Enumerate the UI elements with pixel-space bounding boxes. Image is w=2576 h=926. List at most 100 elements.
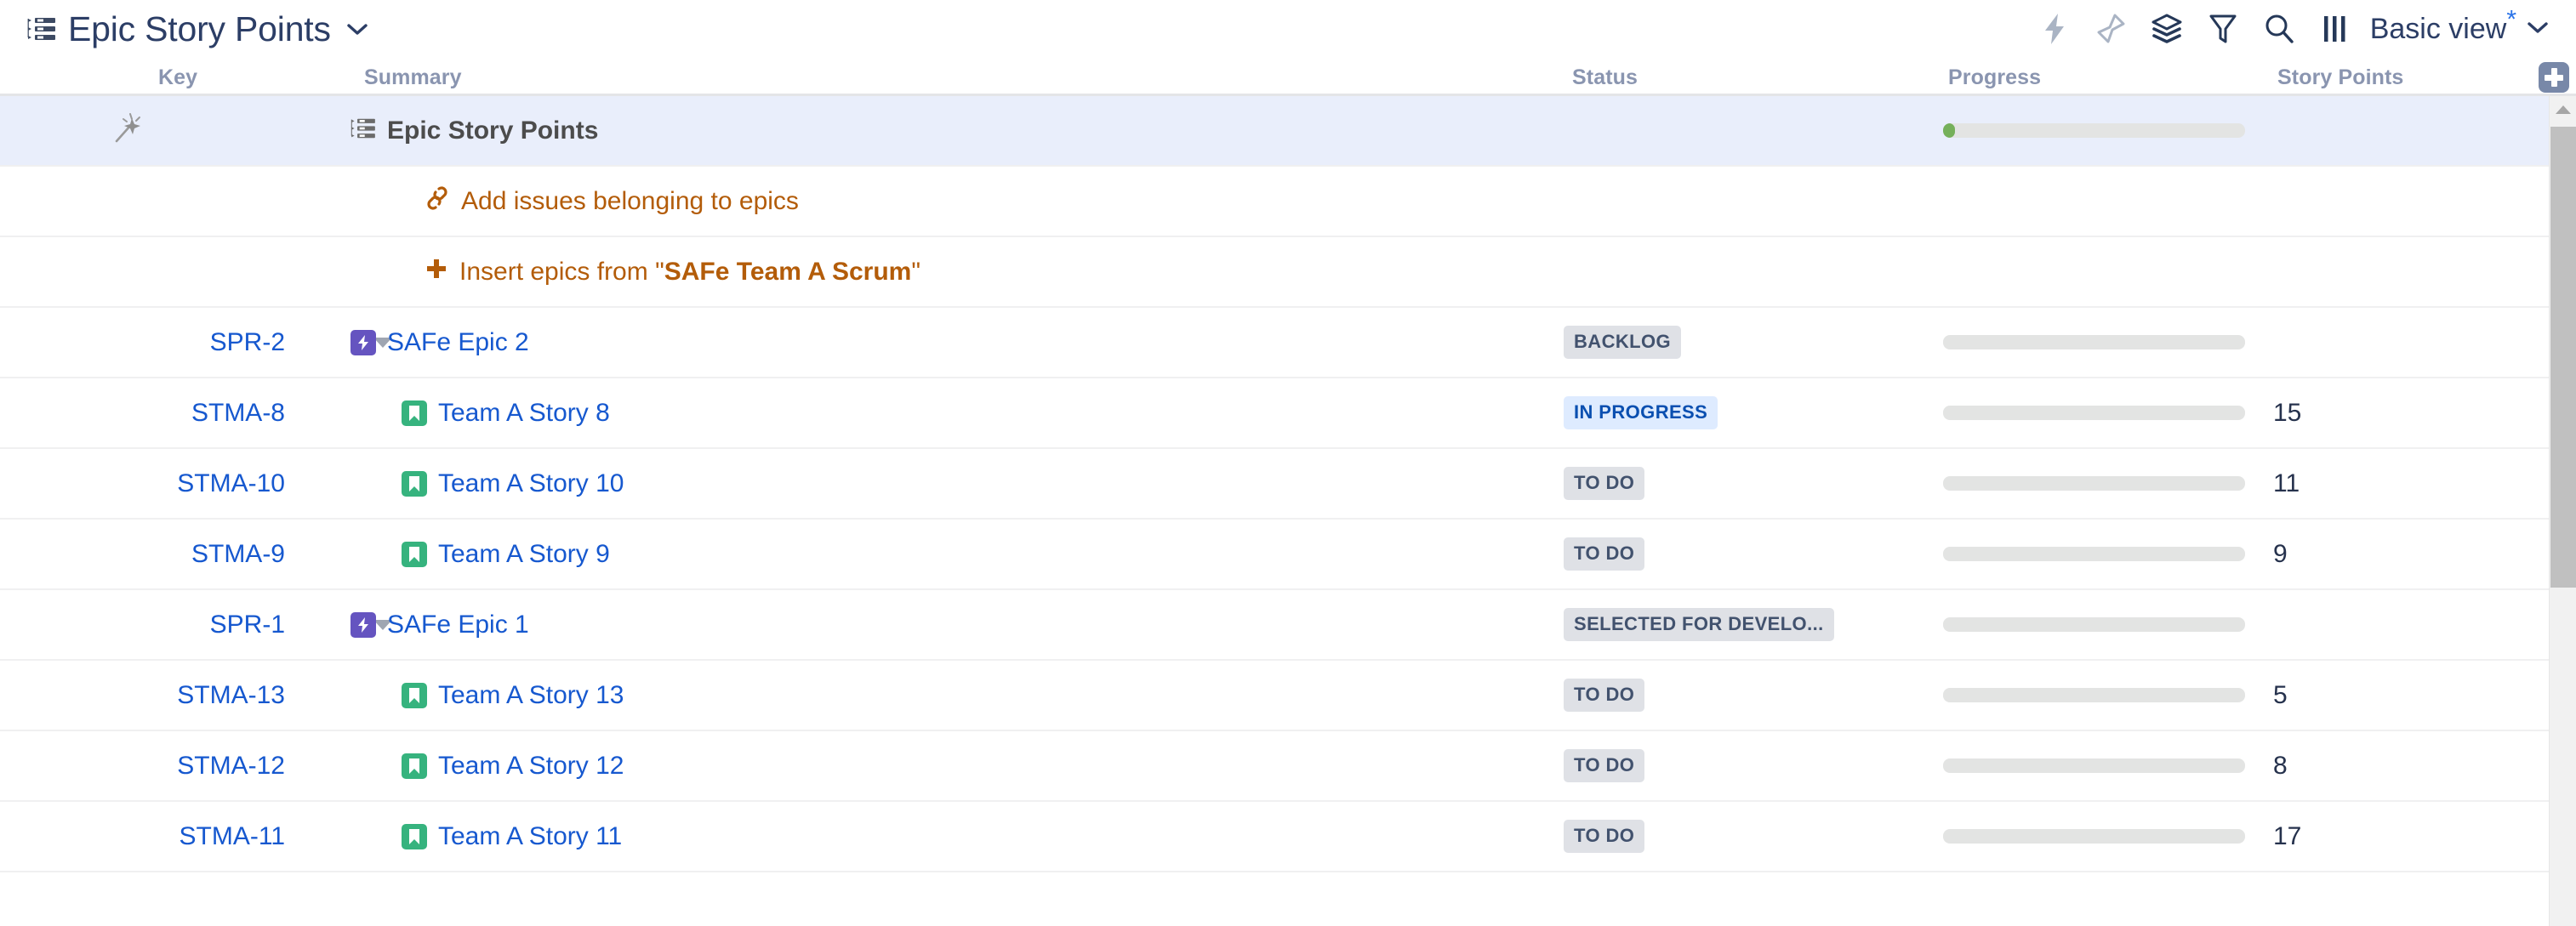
summary-cell: Team A Story 12 xyxy=(350,731,624,800)
view-selector[interactable]: Basic view* xyxy=(2370,7,2552,46)
story-points-value: 8 xyxy=(2273,751,2288,780)
summary-content[interactable]: Team A Story 11 xyxy=(350,822,622,851)
summary-text[interactable]: SAFe Epic 2 xyxy=(387,328,529,357)
add-column-button[interactable] xyxy=(2539,62,2569,93)
table-row[interactable]: SPR-1 SAFe Epic 1 SELECTED FOR DEVELO... xyxy=(0,590,2549,661)
summary-text[interactable]: Team A Story 12 xyxy=(438,752,624,781)
status-badge[interactable]: BACKLOG xyxy=(1564,326,1682,359)
status-cell: TO DO xyxy=(1564,802,1645,871)
table-row[interactable]: STMA-9 Team A Story 9 TO DO 9 xyxy=(0,520,2549,590)
progress-bar[interactable] xyxy=(1943,547,2245,561)
summary-content[interactable]: SAFe Epic 1 xyxy=(350,611,529,639)
pin-icon[interactable] xyxy=(2083,7,2139,51)
column-header-status[interactable]: Status xyxy=(1572,65,1638,90)
summary-text[interactable]: Team A Story 13 xyxy=(438,681,624,710)
summary-content[interactable]: Team A Story 10 xyxy=(350,469,624,498)
progress-cell xyxy=(1943,661,2245,730)
summary-cell: Team A Story 11 xyxy=(350,802,622,871)
issue-key-link[interactable]: STMA-9 xyxy=(191,540,285,569)
scroll-up-button[interactable] xyxy=(2550,96,2576,123)
issue-key-link[interactable]: STMA-10 xyxy=(177,469,285,498)
action-link[interactable]: Add issues belonging to epics xyxy=(425,185,799,218)
scrollbar-thumb[interactable] xyxy=(2550,127,2576,588)
document-title-block[interactable]: Epic Story Points xyxy=(27,9,368,49)
story-points-cell[interactable]: 9 xyxy=(2273,520,2288,588)
status-badge[interactable]: TO DO xyxy=(1564,467,1645,500)
action-label[interactable]: Add issues belonging to epics xyxy=(461,187,799,216)
issue-key-link[interactable]: SPR-1 xyxy=(210,611,285,639)
status-cell: TO DO xyxy=(1564,661,1645,730)
summary-content[interactable]: Epic Story Points xyxy=(350,116,598,145)
story-points-cell[interactable]: 17 xyxy=(2273,802,2301,871)
progress-bar[interactable] xyxy=(1943,335,2245,349)
column-header-summary[interactable]: Summary xyxy=(364,65,462,90)
progress-bar[interactable] xyxy=(1943,688,2245,702)
title-chevron-down-icon[interactable] xyxy=(343,22,368,36)
progress-bar[interactable] xyxy=(1943,123,2245,138)
issue-key-link[interactable]: STMA-8 xyxy=(191,399,285,428)
status-badge[interactable]: TO DO xyxy=(1564,537,1645,571)
table-row[interactable]: Epic Story Points xyxy=(0,96,2549,167)
progress-cell xyxy=(1943,590,2245,659)
action-label[interactable]: Insert epics from "SAFe Team A Scrum" xyxy=(459,258,920,287)
summary-text[interactable]: Team A Story 9 xyxy=(438,540,610,569)
table-row[interactable]: STMA-8 Team A Story 8 IN PROGRESS 15 xyxy=(0,378,2549,449)
column-header-story-points[interactable]: Story Points xyxy=(2277,65,2403,90)
story-points-cell[interactable]: 8 xyxy=(2273,731,2288,800)
summary-content[interactable]: Team A Story 9 xyxy=(350,540,610,569)
column-header-key[interactable]: Key xyxy=(158,65,197,90)
summary-text[interactable]: Team A Story 10 xyxy=(438,469,624,498)
summary-text[interactable]: Epic Story Points xyxy=(387,116,598,145)
action-cell: Add issues belonging to epics xyxy=(425,167,799,236)
status-badge[interactable]: IN PROGRESS xyxy=(1564,396,1718,429)
status-cell: TO DO xyxy=(1564,449,1645,518)
progress-bar[interactable] xyxy=(1943,617,2245,632)
issue-key-link[interactable]: STMA-12 xyxy=(177,752,285,781)
table-row[interactable]: STMA-10 Team A Story 10 TO DO 11 xyxy=(0,449,2549,520)
status-badge[interactable]: SELECTED FOR DEVELO... xyxy=(1564,608,1834,641)
summary-text[interactable]: Team A Story 11 xyxy=(438,822,622,851)
magnifier-icon[interactable] xyxy=(2251,7,2307,51)
summary-cell: Team A Story 13 xyxy=(350,661,624,730)
vertical-scrollbar[interactable] xyxy=(2549,96,2576,926)
funnel-icon[interactable] xyxy=(2195,7,2251,51)
summary-content[interactable]: SAFe Epic 2 xyxy=(350,328,529,357)
progress-bar[interactable] xyxy=(1943,476,2245,491)
summary-text[interactable]: Team A Story 8 xyxy=(438,399,610,428)
action-row[interactable]: Insert epics from "SAFe Team A Scrum" xyxy=(0,237,2549,308)
layers-icon[interactable] xyxy=(2139,7,2195,51)
story-icon xyxy=(402,823,427,849)
key-cell: STMA-9 xyxy=(51,520,285,588)
issue-key-link[interactable]: STMA-11 xyxy=(180,822,285,851)
table-row[interactable]: STMA-11 Team A Story 11 TO DO 17 xyxy=(0,802,2549,872)
issue-key-link[interactable]: SPR-2 xyxy=(210,328,285,357)
status-badge[interactable]: TO DO xyxy=(1564,820,1645,853)
status-badge[interactable]: TO DO xyxy=(1564,749,1645,782)
summary-content[interactable]: Team A Story 8 xyxy=(350,399,610,428)
story-icon xyxy=(402,470,427,497)
summary-cell: SAFe Epic 2 xyxy=(350,308,529,377)
action-link[interactable]: Insert epics from "SAFe Team A Scrum" xyxy=(425,257,920,287)
summary-text[interactable]: SAFe Epic 1 xyxy=(387,611,529,639)
progress-bar[interactable] xyxy=(1943,829,2245,844)
column-header-progress[interactable]: Progress xyxy=(1948,65,2041,90)
summary-content[interactable]: Team A Story 13 xyxy=(350,681,624,710)
view-chevron-down-icon[interactable] xyxy=(2527,20,2549,38)
table-row[interactable]: STMA-13 Team A Story 13 TO DO 5 xyxy=(0,661,2549,731)
progress-bar[interactable] xyxy=(1943,758,2245,773)
issue-grid: Epic Story Points Add issues belonging to… xyxy=(0,96,2576,926)
summary-content[interactable]: Team A Story 12 xyxy=(350,752,624,781)
story-icon xyxy=(402,753,427,779)
status-badge[interactable]: TO DO xyxy=(1564,679,1645,712)
columns-bars-icon[interactable] xyxy=(2307,7,2363,51)
table-row[interactable]: SPR-2 SAFe Epic 2 BACKLOG xyxy=(0,308,2549,378)
table-row[interactable]: STMA-12 Team A Story 12 TO DO 8 xyxy=(0,731,2549,802)
story-points-cell[interactable]: 11 xyxy=(2273,449,2300,518)
story-icon xyxy=(402,541,427,567)
lightning-bolt-icon[interactable] xyxy=(2026,7,2083,51)
action-row[interactable]: Add issues belonging to epics xyxy=(0,167,2549,237)
issue-key-link[interactable]: STMA-13 xyxy=(177,681,285,710)
story-points-cell[interactable]: 15 xyxy=(2273,378,2301,447)
progress-bar[interactable] xyxy=(1943,406,2245,420)
story-points-cell[interactable]: 5 xyxy=(2273,661,2288,730)
